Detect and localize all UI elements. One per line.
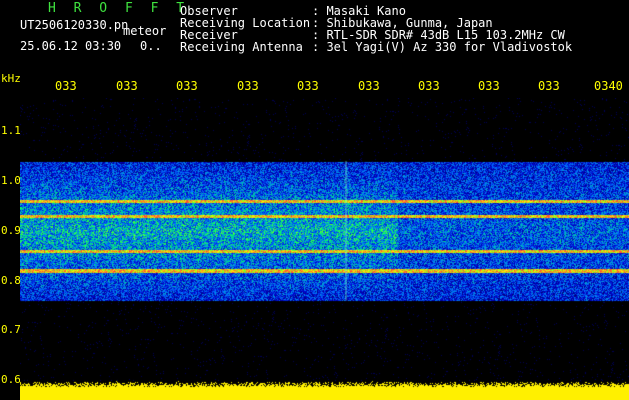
y-tick-label: 1.1 — [1, 124, 21, 137]
x-tick-label: 033 — [358, 79, 380, 93]
datetime-extra: 0.. — [140, 39, 162, 53]
x-tick-label: 033 — [297, 79, 319, 93]
antenna-label: Receiving Antenna — [180, 40, 303, 54]
y-tick-label: 0.7 — [1, 323, 21, 336]
y-tick-label: 0.9 — [1, 224, 21, 237]
antenna-value: : 3el Yagi(V) Az 330 for Vladivostok — [312, 40, 573, 54]
x-tick-label: 033 — [538, 79, 560, 93]
y-axis-unit: kHz — [1, 72, 21, 85]
brand-title: H R O F F T — [48, 1, 190, 16]
x-tick-label: 033 — [55, 79, 77, 93]
y-tick-label: 0.8 — [1, 274, 21, 287]
file-name: UT2506120330.pn — [20, 18, 129, 32]
x-tick-label: 033 — [116, 79, 138, 93]
mode-label: meteor — [123, 24, 167, 38]
x-tick-label: 033 — [478, 79, 500, 93]
datetime-label: 25.06.12 03:30 — [20, 39, 122, 53]
x-tick-label: 033 — [237, 79, 259, 93]
x-tick-label: 033 — [176, 79, 198, 93]
spectrogram-canvas — [20, 98, 629, 400]
x-tick-label: 0340 — [594, 79, 623, 93]
y-tick-label: 0.6 — [1, 373, 21, 386]
spectrogram-plot — [20, 98, 629, 400]
y-tick-label: 1.0 — [1, 174, 21, 187]
x-tick-label: 033 — [418, 79, 440, 93]
